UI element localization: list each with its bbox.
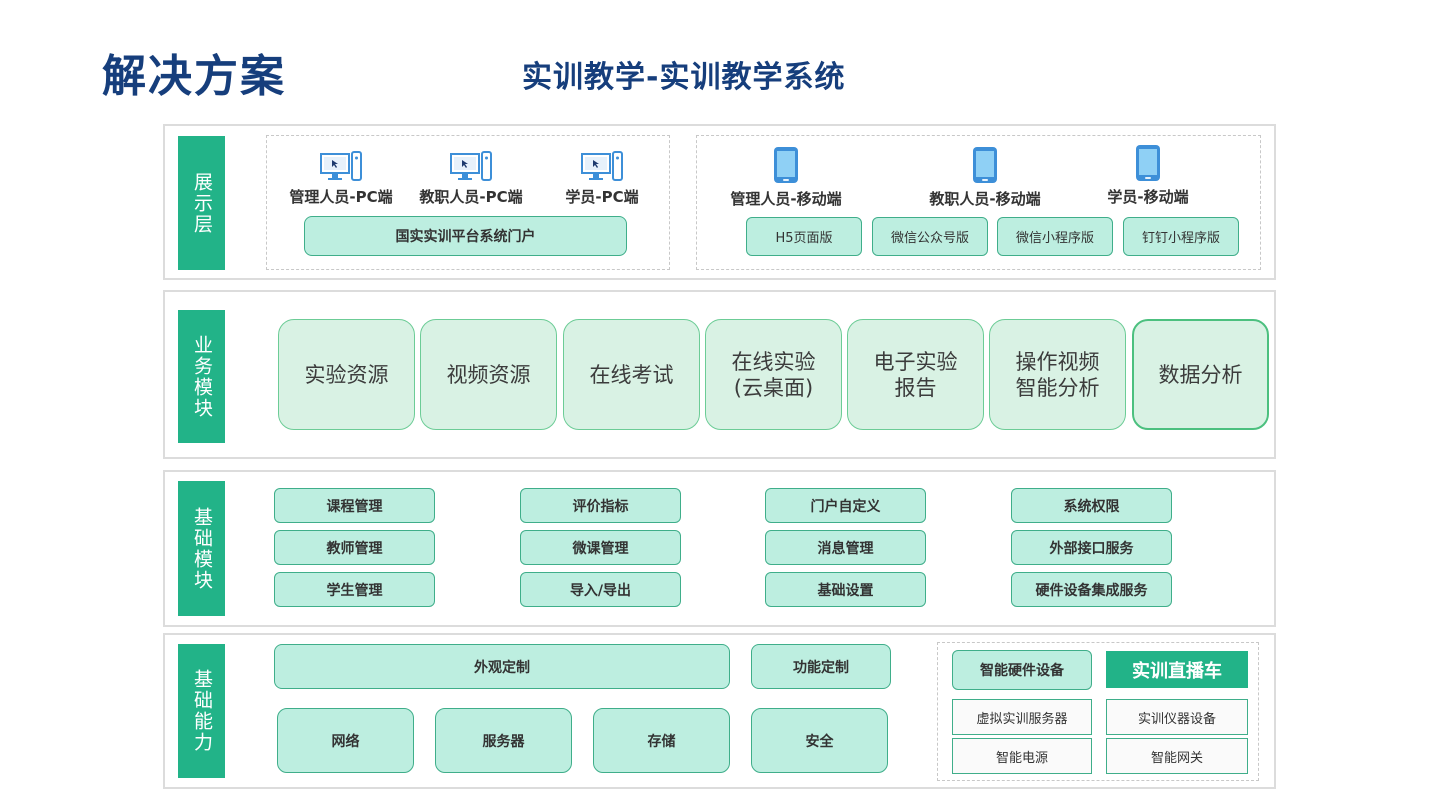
infra-network[interactable]: 网络 — [277, 708, 414, 773]
mobile-client-faculty[interactable]: 教职人员-移动端 — [915, 146, 1055, 209]
mobile-version-h5[interactable]: H5页面版 — [746, 217, 862, 256]
mobile-client-student[interactable]: 学员-移动端 — [1078, 144, 1218, 207]
foundation-layer-label: 基础模块 — [178, 481, 225, 616]
course-management[interactable]: 课程管理 — [274, 488, 435, 523]
evaluation-indicators[interactable]: 评价指标 — [520, 488, 681, 523]
pc-client-student[interactable]: 学员-PC端 — [539, 150, 665, 207]
pc-client-faculty[interactable]: 教职人员-PC端 — [408, 150, 534, 207]
desktop-computer-icon — [320, 151, 362, 181]
smart-gateway[interactable]: 智能网关 — [1106, 738, 1248, 774]
pc-portal[interactable]: 国实实训平台系统门户 — [304, 216, 627, 256]
business-layer-label: 业务模块 — [178, 310, 225, 443]
virtual-training-server[interactable]: 虚拟实训服务器 — [952, 699, 1092, 735]
mobile-version-wechat-oa[interactable]: 微信公众号版 — [872, 217, 988, 256]
capability-layer-label: 基础能力 — [178, 644, 225, 778]
infra-storage[interactable]: 存储 — [593, 708, 730, 773]
module-online-exam[interactable]: 在线考试 — [563, 319, 700, 430]
module-video-analysis[interactable]: 操作视频 智能分析 — [989, 319, 1126, 430]
mobile-version-wechat-mini[interactable]: 微信小程序版 — [997, 217, 1113, 256]
module-experiment-resources[interactable]: 实验资源 — [278, 319, 415, 430]
message-management[interactable]: 消息管理 — [765, 530, 926, 565]
smart-hardware-devices[interactable]: 智能硬件设备 — [952, 650, 1092, 690]
system-permissions[interactable]: 系统权限 — [1011, 488, 1172, 523]
external-interface-service[interactable]: 外部接口服务 — [1011, 530, 1172, 565]
desktop-computer-icon — [450, 151, 492, 181]
hardware-integration-service[interactable]: 硬件设备集成服务 — [1011, 572, 1172, 607]
module-e-lab-report[interactable]: 电子实验 报告 — [847, 319, 984, 430]
page-title: 解决方案 — [102, 51, 286, 102]
module-data-analysis[interactable]: 数据分析 — [1132, 319, 1269, 430]
pc-client-admin[interactable]: 管理人员-PC端 — [278, 150, 404, 207]
training-instruments[interactable]: 实训仪器设备 — [1106, 699, 1248, 735]
live-broadcast-car[interactable]: 实训直播车 — [1106, 651, 1248, 688]
page-subtitle: 实训教学-实训教学系统 — [522, 60, 846, 95]
smart-power[interactable]: 智能电源 — [952, 738, 1092, 774]
microcourse-management[interactable]: 微课管理 — [520, 530, 681, 565]
mobile-phone-icon — [774, 147, 798, 183]
teacher-management[interactable]: 教师管理 — [274, 530, 435, 565]
module-online-experiment[interactable]: 在线实验 (云桌面) — [705, 319, 842, 430]
capability-layer: 基础能力 外观定制 功能定制 网络 服务器 存储 安全 智能硬件设备 实训直播车… — [163, 633, 1276, 789]
desktop-computer-icon — [581, 151, 623, 181]
import-export[interactable]: 导入/导出 — [520, 572, 681, 607]
mobile-phone-icon — [1136, 145, 1160, 181]
mobile-client-admin[interactable]: 管理人员-移动端 — [716, 146, 856, 209]
display-layer: 展示层 管理人员-PC端 教职人员-PC端 学员-PC端 国实实训平台系统门户 … — [163, 124, 1276, 280]
display-layer-label: 展示层 — [178, 136, 225, 270]
function-customization[interactable]: 功能定制 — [751, 644, 891, 689]
portal-customization[interactable]: 门户自定义 — [765, 488, 926, 523]
infra-server[interactable]: 服务器 — [435, 708, 572, 773]
foundation-layer: 基础模块 课程管理 教师管理 学生管理 评价指标 微课管理 导入/导出 门户自定… — [163, 470, 1276, 627]
mobile-version-dingtalk-mini[interactable]: 钉钉小程序版 — [1123, 217, 1239, 256]
basic-settings[interactable]: 基础设置 — [765, 572, 926, 607]
mobile-phone-icon — [973, 147, 997, 183]
appearance-customization[interactable]: 外观定制 — [274, 644, 730, 689]
module-video-resources[interactable]: 视频资源 — [420, 319, 557, 430]
student-management[interactable]: 学生管理 — [274, 572, 435, 607]
infra-security[interactable]: 安全 — [751, 708, 888, 773]
business-layer: 业务模块 实验资源 视频资源 在线考试 在线实验 (云桌面) 电子实验 报告 操… — [163, 290, 1276, 459]
